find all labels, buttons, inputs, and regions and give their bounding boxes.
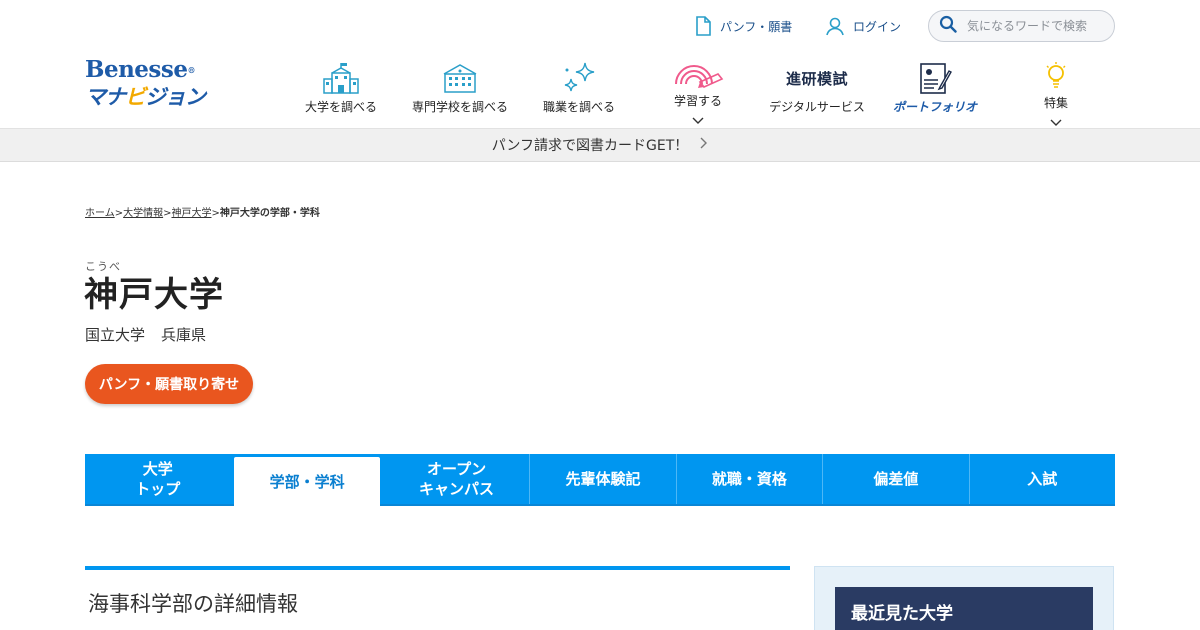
university-name-ruby: こうべ: [85, 260, 121, 273]
tab-deviation[interactable]: 偏差値: [822, 454, 968, 504]
search-input[interactable]: [967, 19, 1107, 33]
nav-portfolio[interactable]: ポートフォリオ: [892, 60, 978, 128]
university-prefecture: 兵庫県: [161, 326, 207, 344]
page-title: 神戸大学: [84, 275, 224, 315]
global-nav: 大学を調べる 専門学校を調べる 職業を調べる 学習する 進研模試 デジタルサービ…: [0, 60, 1200, 128]
nav-digital-services[interactable]: 進研模試 デジタルサービス: [766, 60, 868, 128]
nav-features[interactable]: 特集: [1030, 60, 1082, 128]
pamphlet-campaign-banner[interactable]: パンフ請求で図書カードGET！: [0, 128, 1200, 162]
tab-senior-stories[interactable]: 先輩体験記: [529, 454, 675, 504]
rainbow-pencil-icon: [672, 60, 724, 90]
sidebar: 最近見た大学: [814, 566, 1114, 630]
login-link[interactable]: ログイン: [825, 10, 901, 42]
login-label: ログイン: [853, 19, 902, 34]
nav-label-digital: デジタルサービス: [769, 100, 865, 114]
nav-university-search[interactable]: 大学を調べる: [300, 60, 382, 128]
request-pamphlet-button[interactable]: パンフ・願書取り寄せ: [85, 364, 253, 404]
chevron-right-icon: [700, 137, 708, 153]
tab-faculties[interactable]: 学部・学科: [234, 457, 380, 506]
utility-bar: パンフ・願書 ログイン: [0, 10, 1200, 42]
school-building-icon: [322, 60, 360, 96]
nav-study[interactable]: 学習する: [668, 60, 728, 128]
nav-career-search[interactable]: 職業を調べる: [538, 60, 620, 128]
tab-admissions[interactable]: 入試: [968, 454, 1115, 504]
faculty-detail-section: 海事科学部の詳細情報: [85, 566, 790, 618]
nav-label-vocational: 専門学校を調べる: [411, 100, 508, 114]
breadcrumb-university-info[interactable]: 大学情報: [123, 208, 163, 219]
user-icon: [825, 16, 845, 36]
breadcrumb-home[interactable]: ホーム: [85, 208, 115, 219]
document-icon: [694, 16, 712, 36]
nav-label-study: 学習する: [673, 94, 722, 108]
breadcrumb-separator: >: [211, 208, 220, 219]
portfolio-icon: [918, 60, 952, 96]
breadcrumb-current: 神戸大学の学部・学科: [219, 208, 320, 219]
section-title: 海事科学部の詳細情報: [88, 592, 298, 616]
search-icon[interactable]: [939, 15, 957, 37]
nav-label-career: 職業を調べる: [542, 100, 615, 114]
tab-careers[interactable]: 就職・資格: [675, 454, 822, 504]
pamphlet-label: パンフ・願書: [720, 19, 793, 34]
breadcrumb-separator: >: [114, 208, 124, 219]
nav-label-university: 大学を調べる: [304, 100, 377, 114]
nav-vocational-search[interactable]: 専門学校を調べる: [408, 60, 512, 128]
shinken-moshi-brand: 進研模試: [786, 60, 848, 96]
breadcrumb-kobe-university[interactable]: 神戸大学: [171, 208, 211, 219]
chevron-down-icon: [692, 110, 704, 129]
tab-university-top[interactable]: 大学 トップ: [85, 454, 230, 504]
banner-text: パンフ請求で図書カードGET！: [491, 138, 689, 154]
recently-viewed-heading: 最近見た大学: [835, 587, 1093, 630]
university-meta: 国立大学 兵庫県: [85, 324, 206, 345]
lightbulb-icon: [1044, 60, 1068, 92]
tab-open-campus[interactable]: オープン キャンパス: [384, 454, 529, 504]
sparkle-icon: [561, 60, 597, 96]
university-tabs: 大学 トップ 学部・学科 オープン キャンパス 先輩体験記 就職・資格 偏差値 …: [85, 454, 1115, 506]
brand-shinken-moshi: 進研模試: [785, 69, 848, 88]
breadcrumb: ホーム>大学情報>神戸大学>神戸大学の学部・学科: [85, 204, 320, 219]
pamphlet-link[interactable]: パンフ・願書: [694, 10, 792, 42]
nav-label-portfolio: ポートフォリオ: [892, 100, 977, 114]
university-type: 国立大学: [85, 326, 146, 344]
search-box: [928, 10, 1115, 42]
nav-label-features: 特集: [1043, 96, 1068, 110]
college-building-icon: [441, 60, 479, 96]
